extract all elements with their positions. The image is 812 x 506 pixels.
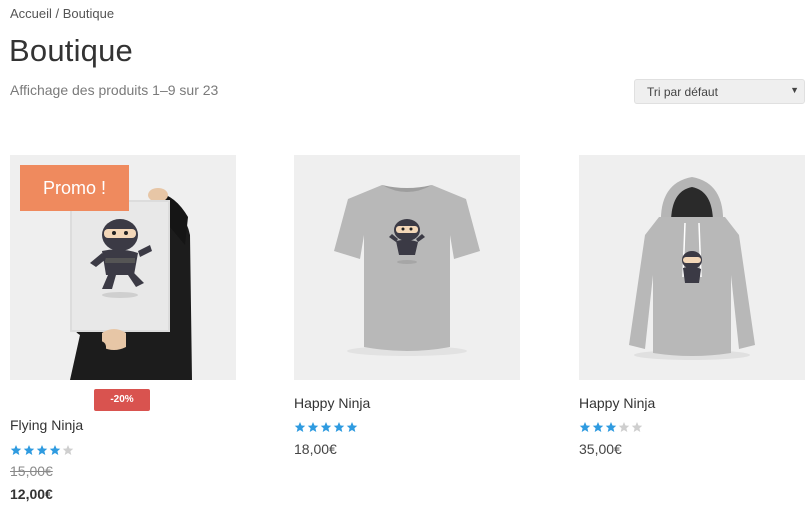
star-icon <box>618 422 630 432</box>
star-rating <box>579 421 643 433</box>
star-icon <box>333 422 345 432</box>
star-icon <box>307 422 319 432</box>
discount-badge: -20% <box>94 389 150 411</box>
star-icon <box>23 445 35 455</box>
hoodie-ninja-image <box>579 155 805 380</box>
star-icon <box>631 422 643 432</box>
star-icon <box>579 422 591 432</box>
product-title-link[interactable]: Happy Ninja <box>294 395 370 411</box>
product-image-link[interactable]: Promo ! <box>10 155 236 380</box>
price-regular: 15,00€ <box>10 463 53 479</box>
star-icon <box>10 445 22 455</box>
star-icon <box>592 422 604 432</box>
price: 35,00€ <box>579 441 622 457</box>
star-icon <box>320 422 332 432</box>
star-rating <box>294 421 358 433</box>
sale-price: 12,00€ <box>10 486 53 502</box>
product-title-link[interactable]: Happy Ninja <box>579 395 655 411</box>
chevron-down-icon: ▼ <box>790 85 799 95</box>
product-title-link[interactable]: Flying Ninja <box>10 417 83 433</box>
tshirt-ninja-image <box>294 155 520 380</box>
star-icon <box>294 422 306 432</box>
product-image-link[interactable] <box>579 155 805 380</box>
star-icon <box>49 445 61 455</box>
page-title: Boutique <box>9 33 133 68</box>
star-icon <box>36 445 48 455</box>
orderby-select[interactable]: Tri par défaut ▼ <box>634 79 805 104</box>
price: 18,00€ <box>294 441 337 457</box>
breadcrumb-home-link[interactable]: Accueil <box>10 6 52 21</box>
breadcrumb-current: Boutique <box>62 6 115 21</box>
promo-badge: Promo ! <box>20 165 129 211</box>
star-icon <box>605 422 617 432</box>
product-card: Happy Ninja 18,00€ <box>294 155 520 457</box>
star-icon <box>62 445 74 455</box>
price-sale: 12,00€ <box>10 486 53 502</box>
regular-price: 15,00€ <box>10 463 53 479</box>
product-card: Happy Ninja 35,00€ <box>579 155 805 457</box>
star-icon <box>346 422 358 432</box>
star-rating <box>10 444 74 456</box>
breadcrumb: Accueil / Boutique <box>10 6 114 21</box>
product-card: Promo ! -20% Flying Ninja 15,00€ 12,00€ <box>10 155 236 502</box>
result-count: Affichage des produits 1–9 sur 23 <box>10 82 219 98</box>
orderby-selected-value: Tri par défaut <box>647 85 718 99</box>
breadcrumb-separator: / <box>51 6 63 21</box>
product-image-link[interactable] <box>294 155 520 380</box>
